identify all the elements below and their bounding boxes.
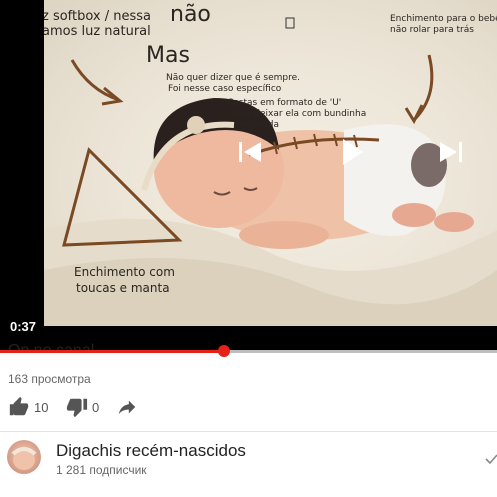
- subscriber-count: 1 281 подписчик: [56, 463, 147, 477]
- annotation-enchimento-top-1: Enchimento para o bebê: [390, 14, 497, 24]
- view-count: 163 просмотра: [8, 372, 91, 386]
- annotation-mas: Mas: [146, 43, 190, 68]
- annotation-enchimento-bottom-2: toucas e manta: [76, 281, 170, 295]
- thumb-up-icon: [9, 396, 29, 416]
- share-icon: [118, 400, 136, 415]
- dislike-count: 0: [92, 399, 100, 415]
- annotation-costas-1: Costas em formato de 'U': [227, 98, 342, 108]
- annotation-nao-quer-1: Não quer dizer que é sempre.: [166, 73, 300, 83]
- thumb-down-icon: [66, 398, 88, 418]
- progress-scrubber[interactable]: [217, 345, 230, 357]
- video-player[interactable]: z softbox / nessa não amos luz natural M…: [0, 0, 497, 350]
- section-divider: [0, 431, 497, 432]
- video-frame[interactable]: z softbox / nessa não amos luz natural M…: [44, 0, 497, 326]
- play-icon[interactable]: [340, 137, 366, 167]
- annotation-nao-quer-2: Foi nesse caso específico: [168, 84, 282, 94]
- dislike-button[interactable]: 0: [66, 396, 99, 418]
- channel-avatar[interactable]: [7, 440, 41, 474]
- annotation-costas-3: empinada: [234, 120, 279, 130]
- progress-fill: [0, 350, 224, 353]
- skip-previous-icon[interactable]: [237, 139, 263, 165]
- annotation-luz-natural: amos luz natural: [44, 24, 151, 39]
- annotation-softbox: z softbox / nessa: [44, 9, 152, 24]
- channel-name[interactable]: Digachis recém-nascidos: [56, 441, 246, 461]
- video-timestamp: 0:37: [10, 319, 37, 334]
- annotation-enchimento-bottom-1: Enchimento com: [74, 265, 175, 279]
- like-button[interactable]: 10: [8, 396, 48, 418]
- annotation-costas-2: para deixar ela com bundinha: [231, 109, 367, 119]
- like-count: 10: [34, 399, 49, 415]
- progress-bar[interactable]: [0, 345, 497, 357]
- share-button[interactable]: [116, 396, 138, 418]
- check-icon[interactable]: [484, 452, 497, 466]
- annotation-enchimento-top-2: não rolar para trás: [390, 25, 474, 35]
- skip-next-icon[interactable]: [438, 139, 464, 165]
- avatar-image: [11, 447, 37, 470]
- annotation-nao: não: [170, 2, 211, 27]
